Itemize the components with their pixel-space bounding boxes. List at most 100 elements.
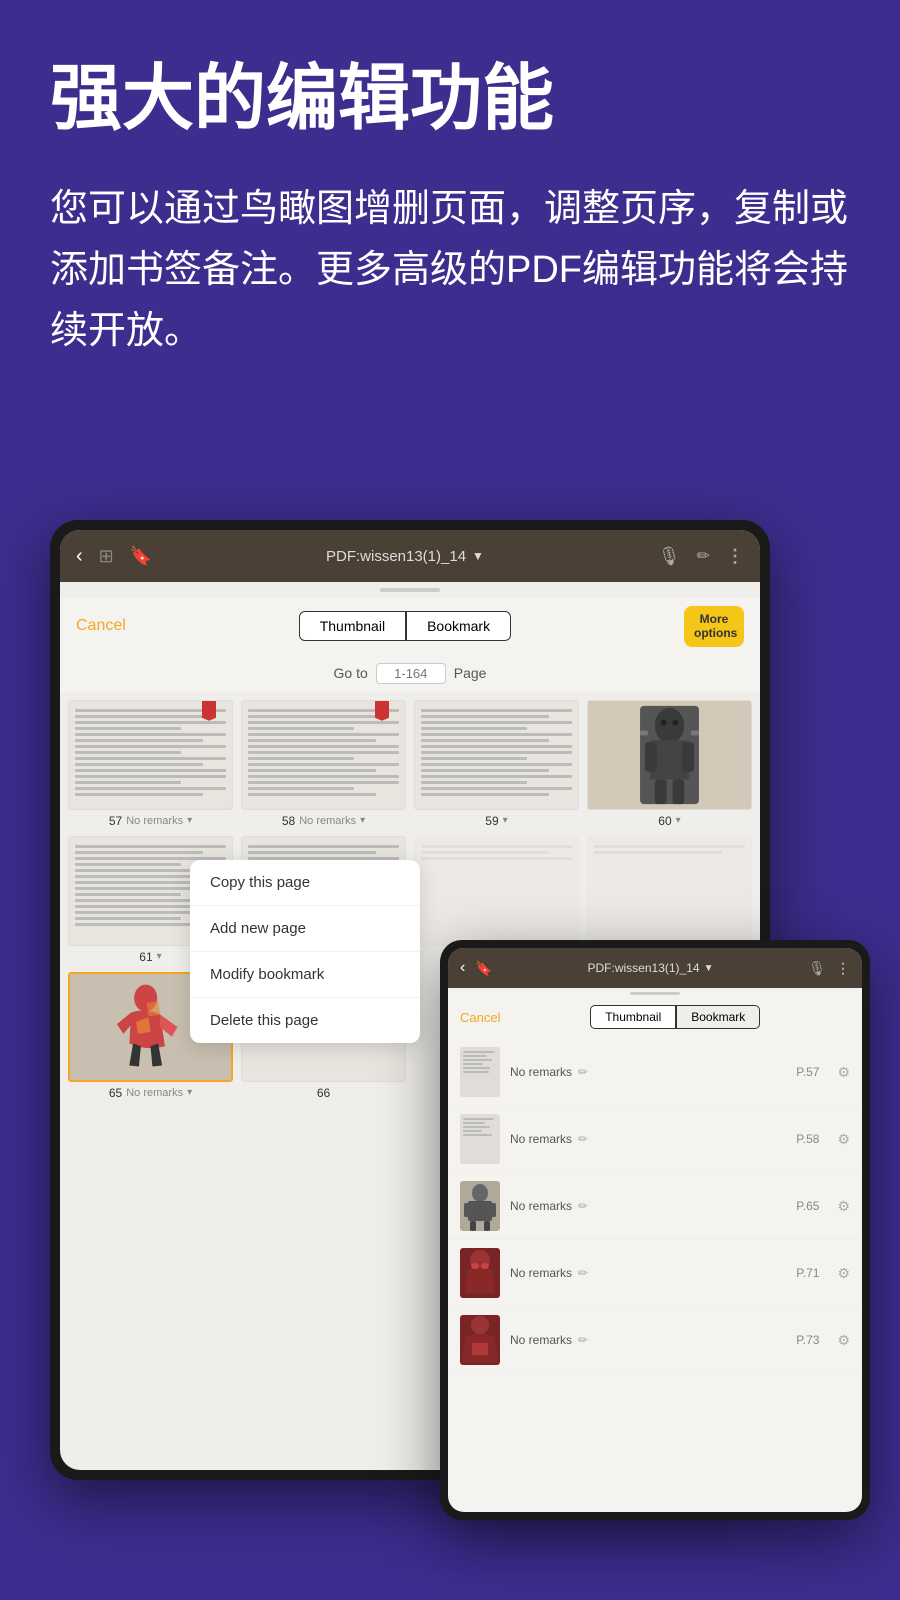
bm-page-58: P.58 [796, 1132, 819, 1146]
bm-edit-icon-73[interactable]: ✏ [578, 1333, 588, 1347]
goto-label: Go to [334, 665, 368, 681]
bm-page-57: P.57 [796, 1065, 819, 1079]
sec-dropdown-icon[interactable]: ▼ [704, 963, 714, 974]
bookmark-row-71[interactable]: No remarks ✏ P.71 ⚙ [448, 1240, 862, 1307]
bookmark-row-65[interactable]: No remarks ✏ P.65 ⚙ [448, 1173, 862, 1240]
thumb-img-empty2 [587, 836, 752, 946]
bm-gear-73[interactable]: ⚙ [837, 1332, 850, 1349]
bm-remarks-65: No remarks [510, 1199, 572, 1213]
menu-copy-page[interactable]: Copy this page [190, 860, 420, 906]
device-area: ‹ ⊞ 🔖 PDF:wissen13(1)_14 ▼ 🎙 ✏ ⋮ Cance [50, 520, 850, 1600]
bm-edit-icon-57[interactable]: ✏ [578, 1065, 588, 1079]
sec-tab-thumbnail[interactable]: Thumbnail [590, 1005, 676, 1029]
text-line [75, 733, 226, 736]
hero-section: 强大的编辑功能 您可以通过鸟瞰图增删页面，调整页序，复制或添加书签备注。更多高级… [0, 0, 900, 392]
bm-info-71: No remarks ✏ [510, 1266, 786, 1280]
thumb-59[interactable]: 59 ▾ [414, 700, 579, 828]
text-line [248, 733, 399, 736]
bookmark-icon[interactable]: 🔖 [130, 546, 152, 567]
thumb-58[interactable]: 58 No remarks ▾ [241, 700, 406, 828]
text-line [248, 769, 376, 772]
thumb-60[interactable]: 60 ▾ [587, 700, 752, 828]
text-line [75, 721, 226, 724]
scroll-handle [380, 588, 440, 592]
text-line [248, 739, 376, 742]
thumb-label-65: 65 No remarks ▾ [109, 1086, 192, 1100]
grid-icon[interactable]: ⊞ [99, 546, 114, 567]
menu-modify-bookmark[interactable]: Modify bookmark [190, 952, 420, 998]
bm-edit-icon-65[interactable]: ✏ [578, 1199, 588, 1213]
sec-mic-icon[interactable]: 🎙 [808, 960, 826, 977]
text-line [248, 845, 399, 848]
thumb-img-57 [68, 700, 233, 810]
thumb-img-59 [414, 700, 579, 810]
bm-gear-58[interactable]: ⚙ [837, 1131, 850, 1148]
bm-line [463, 1126, 490, 1128]
dropdown-icon[interactable]: ▼ [472, 549, 484, 563]
bm-gear-57[interactable]: ⚙ [837, 1064, 850, 1081]
bm-illus-71 [460, 1248, 500, 1298]
tab-buttons: Thumbnail Bookmark [126, 611, 684, 641]
sec-top-bar-title: PDF:wissen13(1)_14 ▼ [503, 961, 798, 975]
text-line [75, 917, 181, 920]
edit-icon[interactable]: ✏ [697, 546, 710, 566]
sec-cancel-button[interactable]: Cancel [460, 1010, 500, 1025]
goto-input[interactable] [376, 663, 446, 684]
back-icon[interactable]: ‹ [76, 545, 83, 568]
tab-bookmark[interactable]: Bookmark [406, 611, 511, 641]
text-line [421, 757, 527, 760]
bm-info-65: No remarks ✏ [510, 1199, 786, 1213]
page-label: Page [454, 665, 487, 681]
thumb-img-empty [414, 836, 579, 946]
text-line [75, 763, 203, 766]
text-line [248, 781, 399, 784]
context-menu: Copy this page Add new page Modify bookm… [190, 860, 420, 1043]
sec-top-bar: ‹ 🔖 PDF:wissen13(1)_14 ▼ 🎙 ⋮ [448, 948, 862, 988]
menu-add-page[interactable]: Add new page [190, 906, 420, 952]
sec-back-icon[interactable]: ‹ [460, 959, 465, 977]
cancel-button[interactable]: Cancel [76, 617, 126, 635]
bm-edit-icon-58[interactable]: ✏ [578, 1132, 588, 1146]
sec-bookmark-icon[interactable]: 🔖 [475, 960, 492, 977]
menu-delete-page[interactable]: Delete this page [190, 998, 420, 1043]
text-line [75, 745, 226, 748]
bm-gear-65[interactable]: ⚙ [837, 1198, 850, 1215]
bookmark-row-57[interactable]: No remarks ✏ P.57 ⚙ [448, 1039, 862, 1106]
text-line [75, 845, 226, 848]
hero-title: 强大的编辑功能 [50, 60, 850, 139]
bookmark-row-73[interactable]: No remarks ✏ P.73 ⚙ [448, 1307, 862, 1374]
bm-thumb-58 [460, 1114, 500, 1164]
more-icon[interactable]: ⋮ [726, 546, 744, 567]
tab-thumbnail[interactable]: Thumbnail [299, 611, 406, 641]
bm-line [463, 1059, 492, 1061]
bm-illus-73 [460, 1315, 500, 1365]
top-bar-left: ‹ ⊞ 🔖 [76, 545, 152, 568]
sec-tab-bookmark[interactable]: Bookmark [676, 1005, 760, 1029]
bm-gear-71[interactable]: ⚙ [837, 1265, 850, 1282]
bm-edit-icon-71[interactable]: ✏ [578, 1266, 588, 1280]
text-line [75, 727, 181, 730]
bm-thumb-57 [460, 1047, 500, 1097]
bm-page-71: P.71 [796, 1266, 819, 1280]
sec-content-header: Cancel Thumbnail Bookmark [448, 999, 862, 1035]
goto-bar: Go to Page [60, 655, 760, 692]
text-line [248, 745, 399, 748]
sec-more-icon[interactable]: ⋮ [836, 960, 850, 977]
bookmark-row-58[interactable]: No remarks ✏ P.58 ⚙ [448, 1106, 862, 1173]
text-line [75, 893, 181, 896]
more-options-button[interactable]: More options [684, 606, 744, 647]
sec-scroll-handle [630, 992, 680, 995]
mic-icon[interactable]: 🎙 [658, 546, 681, 567]
thumb-57[interactable]: 57 No remarks ▾ [68, 700, 233, 828]
bm-line [463, 1130, 482, 1132]
thumb-label-60: 60 ▾ [658, 814, 680, 828]
bm-remarks-57: No remarks [510, 1065, 572, 1079]
text-line [421, 857, 572, 860]
text-line [421, 845, 572, 848]
hero-description: 您可以通过鸟瞰图增删页面，调整页序，复制或添加书签备注。更多高级的PDF编辑功能… [50, 179, 850, 361]
bm-line [463, 1051, 494, 1053]
text-line [421, 733, 572, 736]
text-line [248, 727, 354, 730]
text-line [248, 715, 376, 718]
text-line [421, 751, 572, 754]
